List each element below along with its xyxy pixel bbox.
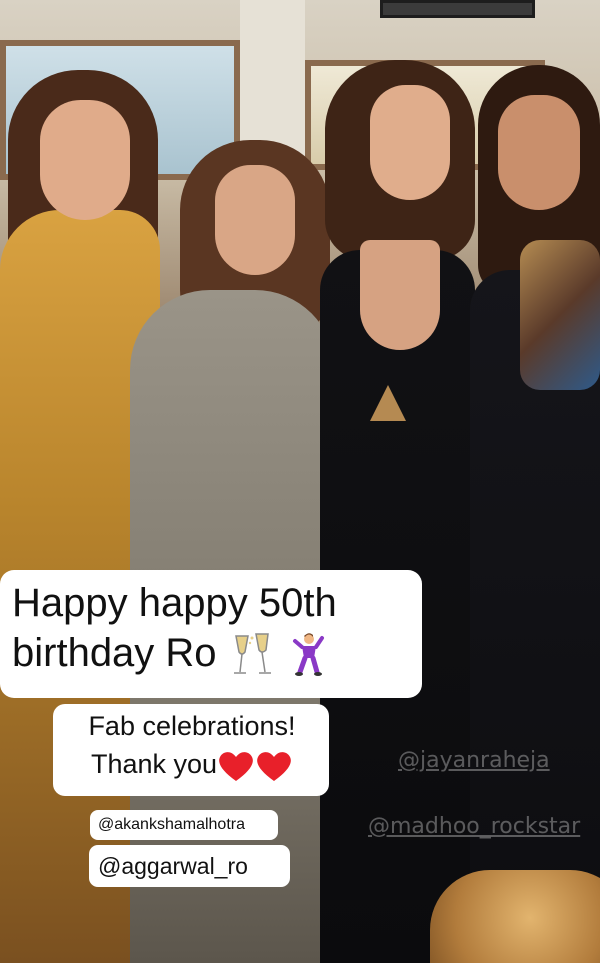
watermark-jayanraheja: @jayanraheja [398,748,550,773]
person-2-face [215,165,295,275]
sub-caption-line-1: Fab celebrations! [88,711,296,741]
mention-sticker-aggarwal-ro[interactable]: @aggarwal_ro [89,845,290,887]
sub-caption-line-2-row: Thank you [63,745,321,783]
caption-line-1: Happy happy 50th [12,581,337,625]
person-1-face [40,100,130,220]
person-4-scarf [520,240,600,390]
champagne-glasses-emoji [233,633,271,675]
red-heart-emoji [257,751,291,781]
watermark-madhoo-rockstar: @madhoo_rockstar [368,814,581,839]
caption-sticker-thanks[interactable]: Fab celebrations! Thank you [53,704,329,796]
person-3-neckline [360,240,440,350]
story-viewer: @jayanraheja @madhoo_rockstar Happy happ… [0,0,600,963]
dancing-man-emoji [292,633,324,677]
mention-sticker-akankshamalhotra[interactable]: @akankshamalhotra [90,810,278,840]
wall-picture-frame [380,0,535,18]
caption-sticker-main[interactable]: Happy happy 50th birthday Ro [0,570,422,698]
foreground-cane-chair [430,870,600,963]
sub-caption-line-2: Thank you [90,749,218,779]
caption-line-2-row: birthday Ro [12,628,412,678]
person-4-face [498,95,580,210]
person-3-face [370,85,450,200]
red-heart-emoji [219,751,253,781]
caption-line-2: birthday Ro [12,631,217,675]
